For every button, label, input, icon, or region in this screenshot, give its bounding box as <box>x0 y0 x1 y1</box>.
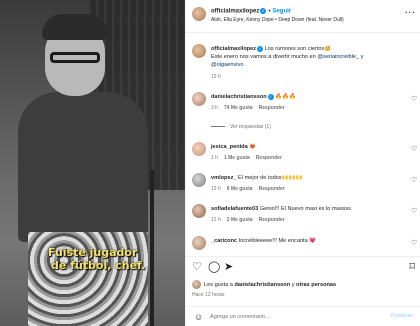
comment-likes[interactable]: 1 Me gusta <box>224 155 250 161</box>
emoji-icon[interactable]: ☺ <box>194 312 203 322</box>
other-likers-link[interactable]: otras personas <box>296 282 336 288</box>
author-username[interactable]: officialmaxilopez <box>211 9 259 15</box>
commenter-avatar[interactable] <box>192 173 206 187</box>
comment-text: sofiadelafuente03 Genio!!! El Nuevo maxi… <box>211 205 401 213</box>
mic-stand <box>150 170 154 326</box>
publish-button[interactable]: Publicar <box>391 313 413 319</box>
comment-meta: 12 h 6 Me gusta Responder <box>211 186 291 192</box>
comment-meta: 1 h 1 Me gusta Responder <box>211 155 288 161</box>
caption-avatar[interactable] <box>192 44 206 58</box>
subtitle-line-2: de fútbol, chef. <box>51 259 146 272</box>
video-subtitle: Fuiste jugador de fútbol, chef. <box>48 246 145 272</box>
liker-username[interactable]: danielachristiansson <box>234 282 290 288</box>
caption-username[interactable]: officialmaxilopez <box>211 46 256 52</box>
comment-likes[interactable]: 2 Me gusta <box>227 217 253 223</box>
post-modal: Fuiste jugador de fútbol, chef. official… <box>0 0 420 326</box>
caption-text: officialmaxilopez ✓ Los rumores son ciert… <box>211 45 416 69</box>
comment-text: _cariconc Increibleeeee!!! Me encanta 💗 <box>211 237 401 245</box>
comment-body: Increibleeeee!!! Me encanta 💗 <box>237 238 317 244</box>
heart-icon[interactable]: ♡ <box>411 177 418 184</box>
commenter-avatar[interactable] <box>192 204 206 218</box>
commenter-avatar[interactable] <box>192 142 206 156</box>
caption-text-3: y <box>359 54 364 60</box>
share-icon[interactable]: ➤ <box>224 261 233 273</box>
comment-body: 😻 <box>247 144 257 150</box>
comment-body: El mejor de todos🙌🙌🙌 <box>236 175 303 181</box>
bookmark-icon[interactable]: ⌑ <box>409 261 415 273</box>
heart-icon[interactable]: ♡ <box>192 261 202 273</box>
person-glasses <box>50 52 100 63</box>
comment-icon[interactable]: ◯ <box>208 261 220 273</box>
author-avatar[interactable] <box>192 7 206 21</box>
comment-body: Genio!!! El Nuevo maxi es lo massss <box>258 206 351 212</box>
view-replies-label[interactable]: Ver respuestas (1) <box>230 124 271 130</box>
caption-text-1: Los rumores son ciertos🥳 <box>263 46 332 52</box>
commenter-username[interactable]: _cariconc <box>211 238 237 244</box>
likes-summary: Les gusta a danielachristiansson y otras… <box>192 280 336 289</box>
comment-time: 12 h <box>211 217 221 223</box>
post-video[interactable]: Fuiste jugador de fútbol, chef. <box>0 0 185 326</box>
caption-time: 12 h <box>211 74 221 80</box>
mention-link-2[interactable]: @olgaenvivo <box>211 62 243 68</box>
commenter-avatar[interactable] <box>192 236 206 250</box>
heart-icon[interactable]: ♡ <box>411 240 418 247</box>
comment-likes[interactable]: 74 Me gusta <box>224 105 253 111</box>
separator-dot: • <box>268 8 271 15</box>
author-line: officialmaxilopez ✓ • Seguir <box>211 8 291 15</box>
comment-time: 12 h <box>211 186 221 192</box>
liker-avatar[interactable] <box>192 280 201 289</box>
person-shirt <box>18 92 148 242</box>
likes-prefix: Les gusta a <box>204 281 235 288</box>
comment-meta: 12 h 2 Me gusta Responder <box>211 217 291 223</box>
commenter-avatar[interactable] <box>192 92 206 106</box>
comment-text: vmlopez_ El mejor de todos🙌🙌🙌 <box>211 174 401 182</box>
comment-time: 1 h <box>211 155 218 161</box>
verified-icon: ✓ <box>260 8 267 14</box>
follow-button[interactable]: Seguir <box>272 9 291 15</box>
reply-button[interactable]: Responder <box>259 186 285 192</box>
post-side-panel: officialmaxilopez ✓ • Seguir Alok, Ella Eyr… <box>185 0 420 326</box>
header-divider <box>186 32 420 33</box>
comment-body: 🔥🔥🔥 <box>273 94 297 100</box>
post-actions: ♡ ◯ ➤ ⌑ <box>186 256 420 276</box>
commenter-username[interactable]: sofiadelafuente03 <box>211 206 258 212</box>
comment-text: danielachristiansson ✓ 🔥🔥🔥 <box>211 93 401 101</box>
post-header: officialmaxilopez ✓ • Seguir Alok, Ella Eyr… <box>192 6 420 28</box>
commenter-username[interactable]: danielachristiansson <box>211 94 267 100</box>
commenter-username[interactable]: vmlopez_ <box>211 175 237 181</box>
caption-text-2: Este enero nos vamos a divertir mucho en <box>211 54 318 60</box>
comment-input[interactable] <box>210 312 360 322</box>
reply-button[interactable]: Responder <box>259 217 285 223</box>
comment-text: jesica_penida 😻 <box>211 143 401 151</box>
comment-time: 3 h <box>211 105 218 111</box>
heart-icon[interactable]: ♡ <box>411 96 418 103</box>
person-hair <box>42 14 108 40</box>
song-attribution[interactable]: Alok, Ella Eyre, Kenny Dope • Deep Down … <box>211 17 344 23</box>
reply-button[interactable]: Responder <box>259 105 285 111</box>
post-age: Hace 12 horas <box>192 292 225 298</box>
comment-meta: 3 h 74 Me gusta Responder <box>211 105 291 111</box>
add-comment-bar: ☺ Publicar <box>186 306 420 326</box>
comment-likes[interactable]: 6 Me gusta <box>227 186 253 192</box>
reply-button[interactable]: Responder <box>256 155 282 161</box>
replies-line <box>211 126 225 128</box>
more-icon[interactable]: ··· <box>405 8 416 17</box>
commenter-username[interactable]: jesica_penida <box>211 144 248 150</box>
heart-icon[interactable]: ♡ <box>411 146 418 153</box>
heart-icon[interactable]: ♡ <box>411 208 418 215</box>
mention-link-1[interactable]: @seriaincreible_ <box>317 54 359 60</box>
subtitle-line-1: Fuiste jugador <box>48 246 138 259</box>
view-replies[interactable]: Ver respuestas (1) <box>211 124 271 130</box>
